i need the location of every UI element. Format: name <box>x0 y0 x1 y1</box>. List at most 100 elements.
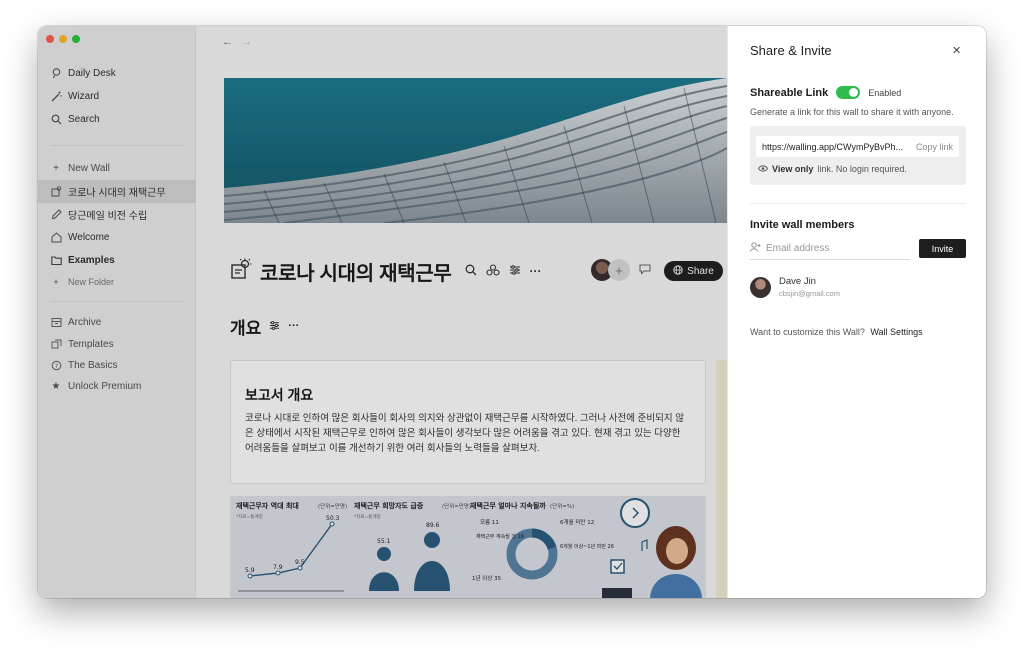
globe-icon <box>673 264 683 278</box>
sidebar: Daily Desk Wizard Search + New Wall 코로나 … <box>38 26 196 598</box>
search-icon <box>50 114 62 126</box>
view-only-note: View only link. No login required. <box>757 164 907 174</box>
new-folder-label: New Folder <box>68 277 115 287</box>
star-icon: ★ <box>51 381 61 392</box>
sidebar-item-label: Search <box>68 114 100 125</box>
sidebar-item-examples[interactable]: Examples <box>38 249 196 272</box>
history-nav: ← → <box>222 36 252 48</box>
window-controls <box>46 35 80 43</box>
infographic-panel3-unit: (단위=%) <box>550 502 574 510</box>
view-only-text: link. No login required. <box>817 164 907 174</box>
folder-icon <box>50 255 62 267</box>
toggle-status-label: Enabled <box>868 87 902 98</box>
new-wall-button[interactable]: + New Wall <box>38 157 196 180</box>
home-icon <box>50 232 62 244</box>
sidebar-item-label: The Basics <box>68 360 118 371</box>
sidebar-primary-nav: Daily Desk Wizard Search <box>38 62 196 131</box>
infographic-value: 5.9 <box>245 567 255 574</box>
shareable-link-label: Shareable Link <box>750 86 829 99</box>
customize-text: Want to customize this Wall? <box>750 327 865 337</box>
wall-title: 코로나 시대의 재택근무 <box>260 262 452 285</box>
sidebar-item-daily-desk[interactable]: Daily Desk <box>38 62 196 85</box>
wand-icon <box>50 91 62 103</box>
sidebar-item-label: Daily Desk <box>68 68 116 79</box>
infographic-panel2-unit: (단위=만명) <box>442 502 471 510</box>
sidebar-item-label: Examples <box>68 255 115 266</box>
sidebar-item-archive[interactable]: Archive <box>38 311 196 334</box>
infographic-value: 89.6 <box>426 522 440 529</box>
infographic-value: 50.3 <box>326 515 340 522</box>
infographic-label: 1년 이상 35 <box>472 574 502 582</box>
sidebar-item-vision-wall[interactable]: 당근메일 비전 수립 <box>38 203 196 226</box>
settings-sliders-icon[interactable] <box>269 320 280 334</box>
section-header: 개요 ··· <box>230 314 299 339</box>
sidebar-item-search[interactable]: Search <box>38 108 196 131</box>
customize-note: Want to customize this Wall? Wall Settin… <box>750 327 923 337</box>
sidebar-item-unlock-premium[interactable]: ★ Unlock Premium <box>38 376 196 397</box>
sidebar-item-wizard[interactable]: Wizard <box>38 85 196 108</box>
minimize-window-button[interactable] <box>59 35 67 43</box>
wall-canvas: ← → 코로나 시대의 재택근무 ··· + Share 개요 ··· 보고서 … <box>196 26 727 598</box>
zoom-window-button[interactable] <box>72 35 80 43</box>
chat-icon[interactable] <box>639 264 651 278</box>
sidebar-item-label: Templates <box>68 339 114 350</box>
close-icon[interactable]: ✕ <box>952 44 961 57</box>
infographic-label: 모름 11 <box>480 519 499 526</box>
wall-toolbar: ··· <box>465 263 542 279</box>
wall-cover-image <box>224 78 727 223</box>
shareable-link-toggle[interactable] <box>836 86 861 99</box>
email-placeholder: Email address <box>766 243 830 254</box>
share-button[interactable]: Share <box>664 261 723 281</box>
infographic-value: 7.9 <box>273 564 283 571</box>
infographic-panel2-note: *자료=통계청 <box>354 513 381 520</box>
more-options-icon[interactable]: ··· <box>530 264 542 278</box>
overview-card[interactable]: 보고서 개요 코로나 시대로 인하여 많은 회사들이 회사의 의지와 상관없이 … <box>230 360 706 484</box>
infographic-card[interactable]: 재택근무자 역대 최대 (단위=만명) *자료=통계청 5.9 7.9 9.5 … <box>230 496 706 598</box>
svg-text:?: ? <box>54 362 57 370</box>
invite-title: Invite wall members <box>750 219 855 231</box>
share-url-field[interactable]: https://walling.app/CWymPyBvPh... Copy l… <box>756 136 959 157</box>
back-arrow-icon[interactable]: ← <box>222 36 233 48</box>
sidebar-secondary-nav: Archive Templates ? The Basics ★ Unlock … <box>38 311 196 397</box>
more-options-icon[interactable]: ··· <box>288 320 299 334</box>
member-row[interactable]: Dave Jin cbsjin@gmail.com <box>750 276 840 298</box>
section-title: 개요 <box>230 319 262 338</box>
adjacent-card-edge <box>716 360 727 598</box>
sidebar-divider <box>50 301 184 302</box>
invite-button[interactable]: Invite <box>919 239 966 258</box>
email-field[interactable]: Email address <box>750 238 910 260</box>
panel-divider <box>750 203 966 204</box>
link-box: https://walling.app/CWymPyBvPh... Copy l… <box>750 126 966 185</box>
sidebar-item-label: Unlock Premium <box>68 381 142 392</box>
wall-emoji-icon <box>230 258 252 285</box>
close-window-button[interactable] <box>46 35 54 43</box>
infographic-panel1-title: 재택근무자 역대 최대 <box>236 501 299 510</box>
members-icon[interactable] <box>485 263 500 279</box>
wall-header: 코로나 시대의 재택근무 ··· <box>230 256 727 286</box>
plus-icon: + <box>53 277 59 287</box>
new-wall-label: New Wall <box>68 163 110 174</box>
pen-icon <box>50 209 62 221</box>
copy-link-button[interactable]: Copy link <box>916 142 953 152</box>
add-collaborator-button[interactable]: + <box>608 259 630 281</box>
sidebar-item-templates[interactable]: Templates <box>38 334 196 355</box>
sidebar-divider <box>50 145 184 146</box>
add-person-icon <box>750 242 761 255</box>
infographic-label: 6개월 이상~1년 미만 26 <box>560 543 614 550</box>
templates-icon <box>50 339 62 351</box>
card-body: 코로나 시대로 인하여 많은 회사들이 회사의 의지와 상관없이 재택근무를 시… <box>245 413 684 454</box>
forward-arrow-icon[interactable]: → <box>241 36 252 48</box>
settings-sliders-icon[interactable] <box>509 264 521 279</box>
sidebar-item-remote-work-wall[interactable]: 코로나 시대의 재택근무 <box>38 180 196 203</box>
wall-settings-link[interactable]: Wall Settings <box>870 327 922 337</box>
search-icon[interactable] <box>465 264 477 279</box>
sidebar-item-the-basics[interactable]: ? The Basics <box>38 355 196 376</box>
panel-title: Share & Invite <box>750 43 832 58</box>
new-folder-button[interactable]: + New Folder <box>38 272 196 292</box>
infographic-label: 6개월 미만 12 <box>560 518 594 526</box>
infographic-panel1-unit: (단위=만명) <box>318 502 347 510</box>
sidebar-item-welcome[interactable]: Welcome <box>38 226 196 249</box>
infographic-panel1-note: *자료=통계청 <box>236 513 263 520</box>
shareable-link-description: Generate a link for this wall to share i… <box>750 107 954 117</box>
infographic-panel2-title: 재택근무 희망자도 급증 <box>354 501 424 510</box>
